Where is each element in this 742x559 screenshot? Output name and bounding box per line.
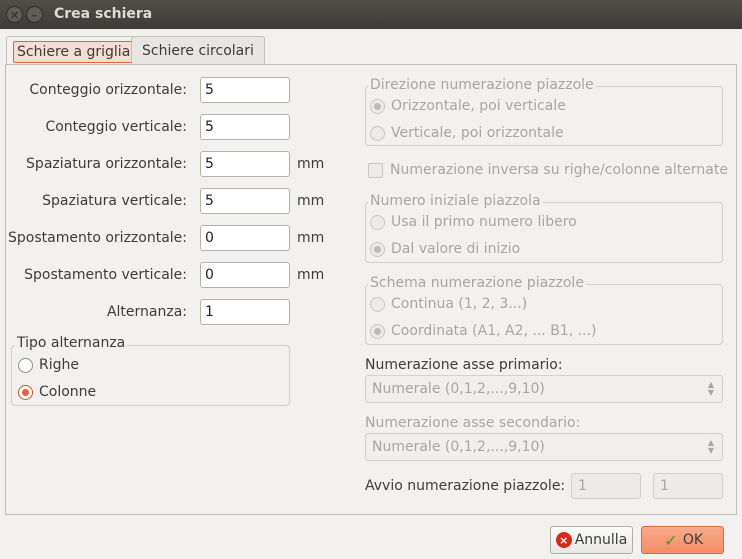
start-from-value-option[interactable]: Dal valore di inizio	[370, 241, 520, 257]
radio-checked-icon[interactable]	[370, 98, 385, 114]
secondary-axis-value: Numerale (0,1,2,...,9,10)	[372, 439, 545, 455]
pad-start-primary-input[interactable]: 1	[571, 473, 641, 499]
pad-start-secondary-input[interactable]: 1	[653, 473, 723, 499]
close-window-icon[interactable]: ×	[6, 6, 23, 23]
radio-checked-icon[interactable]	[18, 384, 33, 400]
start-first-free-label: Usa il primo numero libero	[391, 214, 577, 230]
ok-button[interactable]: ✓ OK	[641, 526, 724, 554]
cancel-button-label: Annulla	[574, 532, 628, 548]
scheme-continuous-option[interactable]: Continua (1, 2, 3...)	[370, 296, 527, 312]
scheme-coordinate-option[interactable]: Coordinata (A1, A2, ... B1, ...)	[370, 323, 596, 339]
updown-arrows-icon: ▲ ▼	[707, 438, 714, 455]
start-number-title: Numero iniziale piazzola	[368, 193, 543, 209]
stagger-rows-label: Righe	[39, 357, 79, 373]
start-from-value-label: Dal valore di inizio	[391, 241, 521, 257]
radio-checked-icon[interactable]	[370, 241, 385, 257]
horizontal-offset-input[interactable]: 0	[200, 225, 290, 251]
checkmark-icon: ✓	[664, 530, 678, 550]
horizontal-count-label: Conteggio orizzontale:	[29, 82, 187, 98]
direction-vertical-label: Verticale, poi orizzontale	[391, 125, 564, 141]
scheme-coordinate-label: Coordinata (A1, A2, ... B1, ...)	[391, 323, 597, 339]
horizontal-spacing-input[interactable]: 5	[200, 151, 290, 177]
stagger-columns-option[interactable]: Colonne	[18, 384, 96, 400]
horizontal-offset-unit: mm	[297, 230, 325, 246]
vertical-spacing-unit: mm	[297, 193, 325, 209]
horizontal-count-input[interactable]: 5	[200, 77, 290, 103]
horizontal-spacing-label: Spaziatura orizzontale:	[26, 156, 187, 172]
primary-axis-value: Numerale (0,1,2,...,9,10)	[372, 381, 545, 397]
secondary-axis-label: Numerazione asse secondario:	[365, 415, 581, 431]
radio-icon[interactable]	[370, 214, 385, 230]
vertical-offset-input[interactable]: 0	[200, 262, 290, 288]
tab-circular-arrays-label: Schiere circolari	[142, 43, 254, 59]
stagger-columns-label: Colonne	[39, 384, 97, 400]
vertical-count-label: Conteggio verticale:	[45, 119, 187, 135]
checkbox-icon[interactable]	[368, 162, 383, 178]
primary-axis-select[interactable]: Numerale (0,1,2,...,9,10) ▲ ▼	[365, 375, 723, 403]
vertical-offset-unit: mm	[297, 267, 325, 283]
primary-axis-label: Numerazione asse primario:	[365, 357, 563, 373]
tab-grid-arrays[interactable]: Schiere a griglia	[6, 36, 142, 66]
stagger-type-title: Tipo alternanza	[15, 335, 128, 351]
radio-icon[interactable]	[18, 357, 33, 373]
direction-horizontal-option[interactable]: Orizzontale, poi verticale	[370, 98, 566, 114]
horizontal-spacing-unit: mm	[297, 156, 325, 172]
pad-start-label: Avvio numerazione piazzole:	[365, 478, 566, 494]
reverse-numbering-checkbox[interactable]: Numerazione inversa su righe/colonne alt…	[368, 162, 728, 178]
vertical-offset-label: Spostamento verticale:	[24, 267, 187, 283]
direction-horizontal-label: Orizzontale, poi verticale	[391, 98, 566, 114]
numbering-scheme-title: Schema numerazione piazzole	[368, 275, 586, 291]
ok-button-label: OK	[682, 532, 704, 548]
vertical-spacing-input[interactable]: 5	[200, 188, 290, 214]
cancel-icon: ×	[555, 532, 572, 548]
vertical-count-input[interactable]: 5	[200, 114, 290, 140]
title-bar: × – Crea schiera	[0, 0, 742, 29]
minimize-window-icon[interactable]: –	[26, 6, 43, 23]
direction-vertical-option[interactable]: Verticale, poi orizzontale	[370, 125, 564, 141]
horizontal-offset-label: Spostamento orizzontale:	[8, 230, 187, 246]
radio-icon[interactable]	[370, 296, 385, 312]
radio-icon[interactable]	[370, 125, 385, 141]
numbering-direction-title: Direzione numerazione piazzole	[368, 77, 596, 93]
radio-checked-icon[interactable]	[370, 323, 385, 339]
updown-arrows-icon: ▲ ▼	[707, 380, 714, 397]
tab-grid-arrays-label: Schiere a griglia	[13, 40, 135, 63]
stagger-label: Alternanza:	[106, 304, 187, 320]
tab-circular-arrays[interactable]: Schiere circolari	[131, 36, 265, 65]
vertical-spacing-label: Spaziatura verticale:	[42, 193, 187, 209]
start-first-free-option[interactable]: Usa il primo numero libero	[370, 214, 577, 230]
cancel-button[interactable]: × Annulla	[550, 526, 633, 554]
stagger-input[interactable]: 1	[200, 299, 290, 325]
secondary-axis-select[interactable]: Numerale (0,1,2,...,9,10) ▲ ▼	[365, 433, 723, 461]
window-title: Crea schiera	[54, 6, 153, 22]
reverse-numbering-label: Numerazione inversa su righe/colonne alt…	[390, 162, 728, 178]
stagger-rows-option[interactable]: Righe	[18, 357, 79, 373]
scheme-continuous-label: Continua (1, 2, 3...)	[391, 296, 528, 312]
